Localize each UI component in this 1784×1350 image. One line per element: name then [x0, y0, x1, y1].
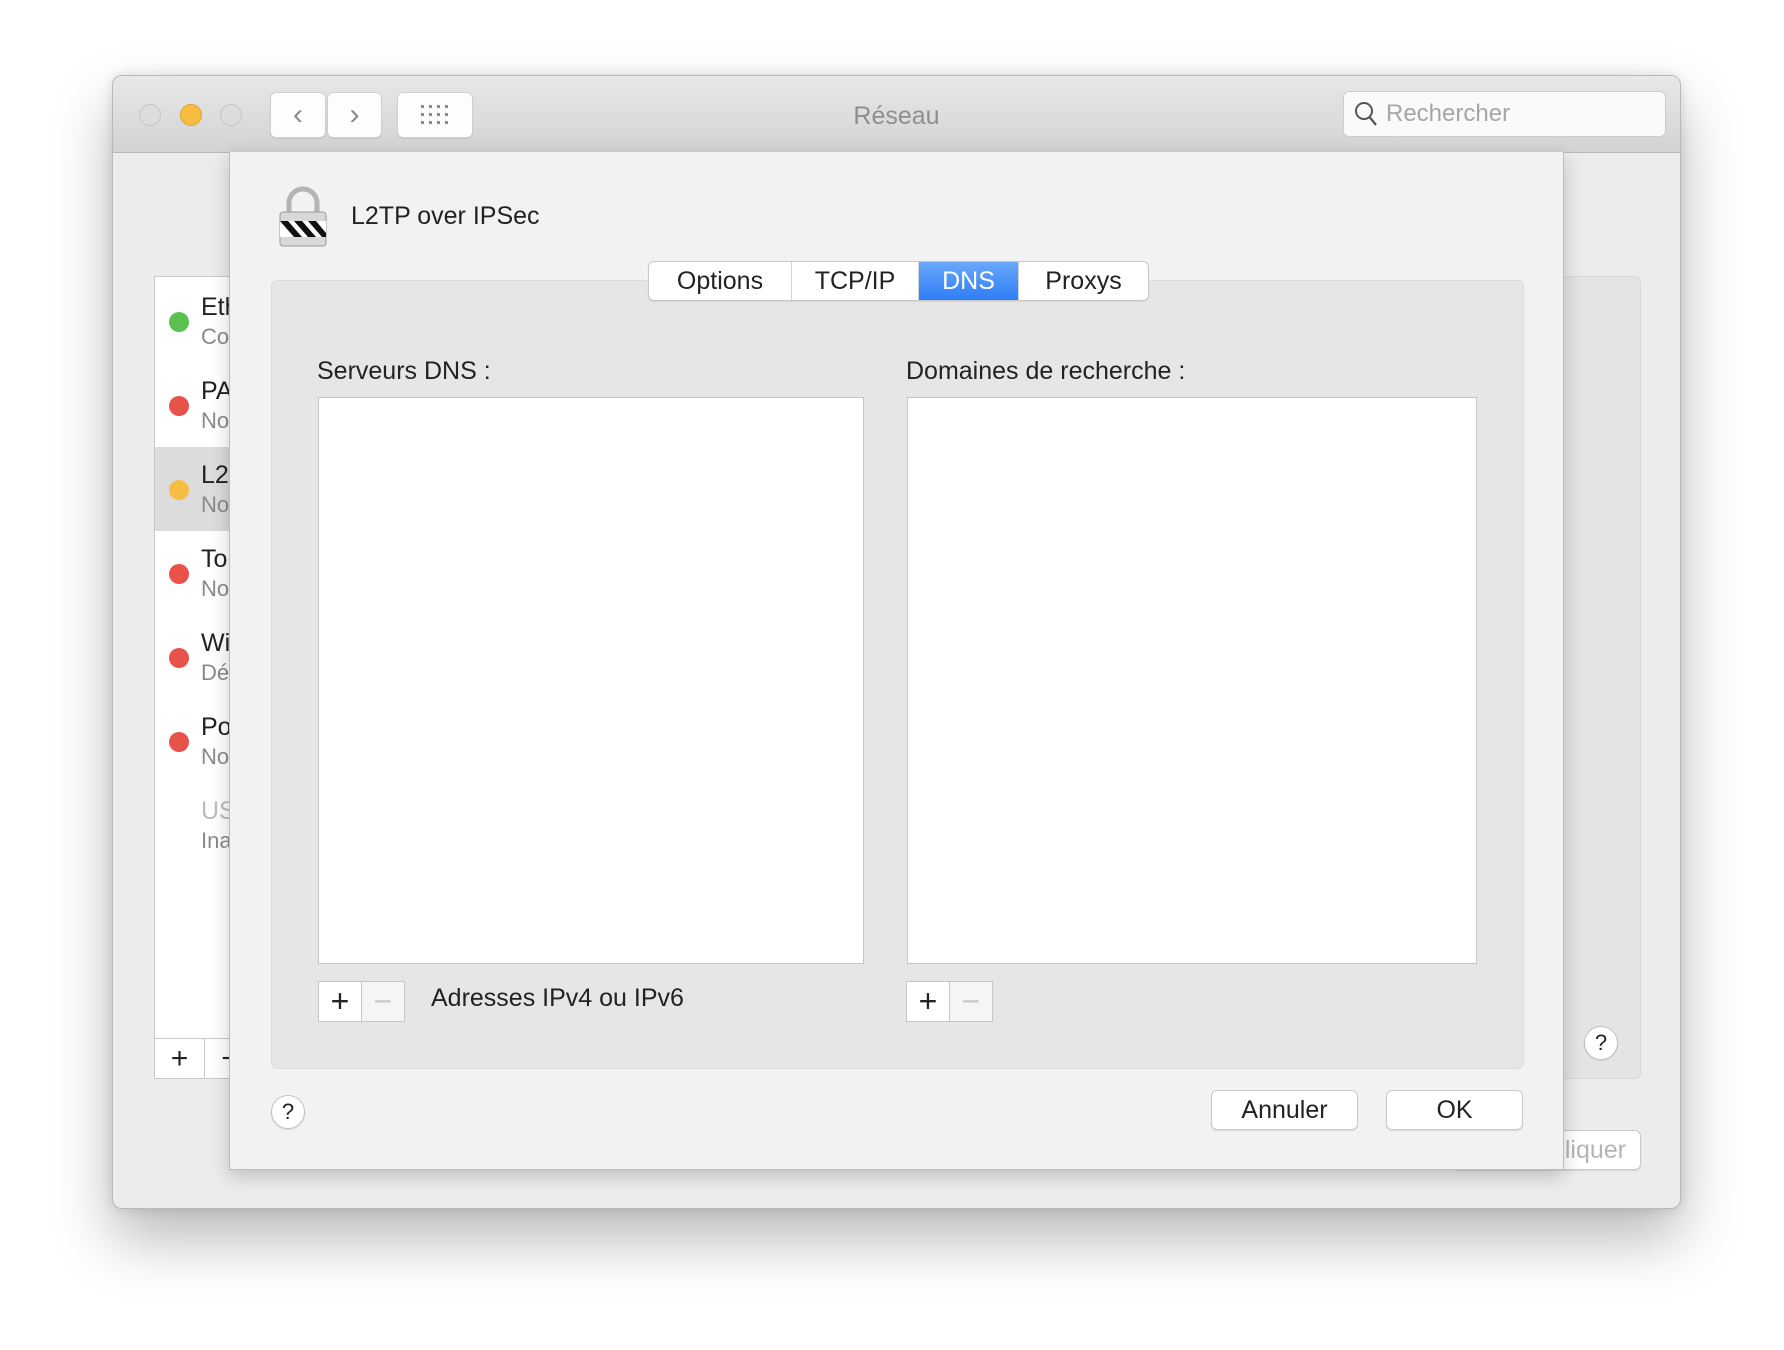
search-icon — [1355, 102, 1377, 126]
add-domain-button[interactable]: + — [906, 981, 950, 1022]
status-dot — [169, 564, 189, 584]
service-status: Co — [201, 324, 230, 349]
status-dot — [169, 396, 189, 416]
help-button[interactable]: ? — [271, 1095, 305, 1129]
status-dot — [169, 648, 189, 668]
cancel-button[interactable]: Annuler — [1211, 1090, 1358, 1130]
dns-servers-label: Serveurs DNS : — [317, 357, 491, 385]
ok-button[interactable]: OK — [1386, 1090, 1523, 1130]
service-status: No — [201, 408, 230, 433]
service-name: PA — [201, 377, 233, 405]
dns-servers-list[interactable] — [318, 397, 864, 964]
search-field[interactable] — [1343, 91, 1666, 137]
remove-dns-button[interactable]: − — [361, 981, 405, 1022]
background-help-button[interactable]: ? — [1584, 1026, 1618, 1060]
service-status: No — [201, 576, 230, 601]
remove-domain-button[interactable]: − — [949, 981, 993, 1022]
tab-options[interactable]: Options — [649, 262, 792, 300]
title-bar: ‹ › Réseau — [113, 76, 1680, 153]
service-name: To — [201, 545, 228, 573]
service-name: L2 — [201, 461, 229, 489]
lock-icon — [279, 186, 327, 247]
status-dot — [169, 732, 189, 752]
search-input[interactable] — [1386, 100, 1656, 128]
dns-hint: Adresses IPv4 ou IPv6 — [431, 984, 684, 1012]
search-domains-list[interactable] — [907, 397, 1477, 964]
status-dot — [169, 480, 189, 500]
search-domains-label: Domaines de recherche : — [906, 357, 1186, 385]
status-dot — [169, 312, 189, 332]
service-status: Dé — [201, 660, 230, 685]
tab-bar: Options TCP/IP DNS Proxys — [648, 261, 1149, 301]
service-status: No — [201, 492, 230, 517]
add-service-button[interactable]: + — [155, 1039, 205, 1078]
tab-tcpip[interactable]: TCP/IP — [792, 262, 919, 300]
tab-proxys[interactable]: Proxys — [1019, 262, 1148, 300]
service-status: No — [201, 744, 230, 769]
add-dns-button[interactable]: + — [318, 981, 362, 1022]
service-status: Ina — [201, 828, 232, 853]
tab-dns[interactable]: DNS — [919, 262, 1019, 300]
advanced-settings-sheet: L2TP over IPSec Options TCP/IP DNS Proxy… — [229, 152, 1564, 1170]
service-name: Po — [201, 713, 232, 741]
service-title: L2TP over IPSec — [351, 202, 540, 230]
service-name: Wi — [201, 629, 231, 657]
